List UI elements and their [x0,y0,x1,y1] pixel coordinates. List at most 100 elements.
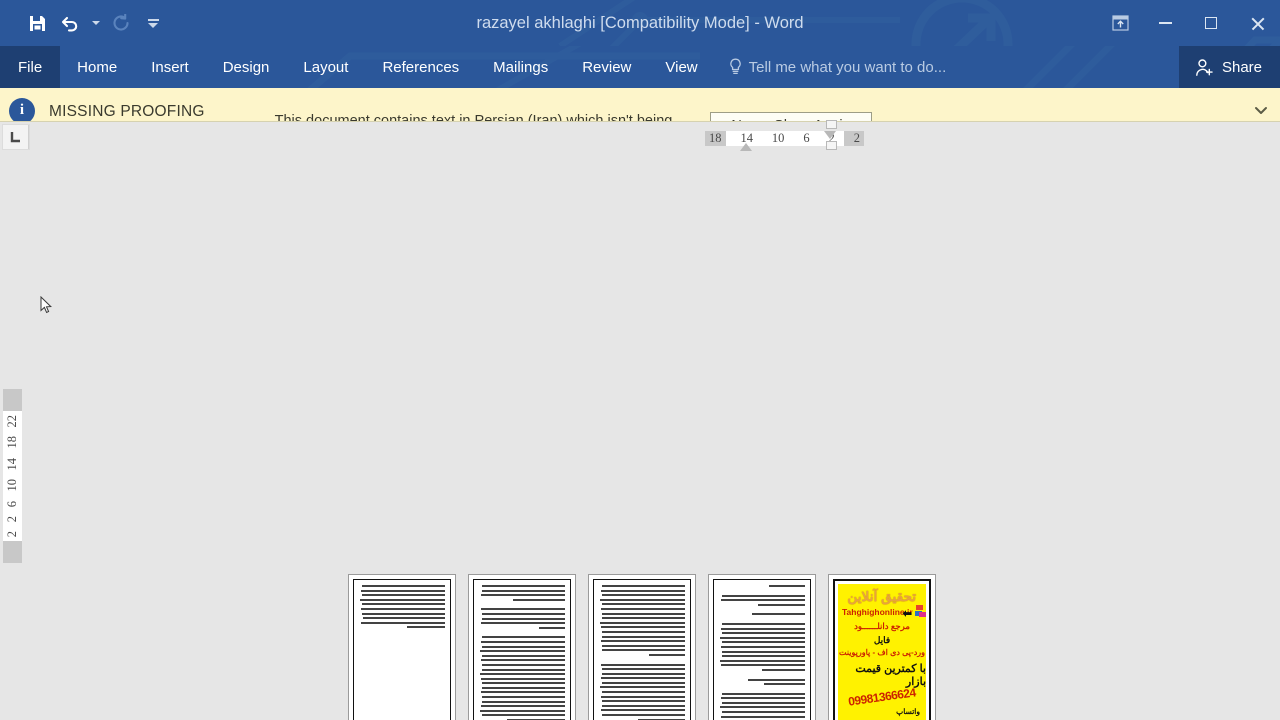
text-line [481,686,565,689]
text-line [721,655,805,658]
hruler-tick-18: 18 [709,130,722,145]
share-button[interactable]: Share [1178,46,1280,88]
text-line [721,622,805,625]
undo-dropdown[interactable] [88,7,104,39]
tab-review[interactable]: Review [565,46,648,88]
social-icons [915,604,926,617]
vertical-ruler[interactable]: 2 2 6 10 14 18 22 [3,389,22,563]
left-tab-stop-icon [10,132,20,143]
hanging-indent-marker[interactable] [824,131,836,139]
text-line [722,650,805,653]
text-line [480,705,565,708]
hruler-tick-2b: 2 [853,130,860,145]
restore-icon [1205,17,1217,29]
text-line [768,585,805,587]
horizontal-ruler[interactable]: 18 14 10 6 2 2 [29,120,1280,151]
text-line [600,626,685,629]
advertisement-whatsapp-label: واتساپ [896,707,920,716]
tab-references[interactable]: References [365,46,476,88]
customize-caret-icon [148,22,158,28]
advertisement-logo: تحقیق آنلاین [847,589,917,604]
save-button[interactable] [20,7,54,39]
redo-icon [112,14,129,31]
document-canvas[interactable]: 2 2 6 10 14 18 22 تحقیق آنلاین Tahghigho… [0,154,1280,720]
text-line [601,585,685,587]
tab-insert[interactable]: Insert [134,46,206,88]
share-person-icon [1196,58,1213,76]
customize-quick-access-toolbar-button[interactable] [138,7,168,39]
text-line [407,626,445,629]
text-line [720,627,805,630]
text-line [361,612,445,615]
text-line [480,608,565,611]
text-line [600,607,685,610]
text-line [482,663,565,666]
text-line [601,668,685,671]
ribbon-display-options-button[interactable] [1098,3,1142,43]
never-show-again-button[interactable]: Never Show Again [710,111,872,121]
close-button[interactable] [1234,0,1280,46]
text-line [602,649,685,652]
page-5-advertisement[interactable]: تحقیق آنلاین Tahghighonline.ir ⬅ مرجع دا… [828,574,936,720]
vruler-tick-10: 10 [5,479,20,492]
first-line-indent-marker[interactable] [740,143,752,151]
text-line [600,695,685,698]
tab-home[interactable]: Home [60,46,134,88]
tab-file[interactable]: File [0,46,61,88]
message-bar-title: MISSING PROOFING [49,102,205,120]
text-line [361,594,445,597]
text-line [602,630,685,633]
tab-layout[interactable]: Layout [286,46,365,88]
customize-bar-icon [147,18,159,21]
page-1[interactable] [348,574,456,720]
tab-design[interactable]: Design [206,46,287,88]
left-indent-marker[interactable] [826,141,837,150]
redo-button[interactable] [104,7,138,39]
text-line [480,659,565,662]
page-1-content [353,579,451,720]
tab-stop-selector[interactable] [3,125,29,149]
quick-access-toolbar[interactable] [0,0,168,46]
mouse-cursor [40,296,52,314]
page-thumbnails[interactable]: تحقیق آنلاین Tahghighonline.ir ⬅ مرجع دا… [348,574,936,720]
text-line [513,598,565,601]
message-bar-dismiss-button[interactable] [1252,102,1270,120]
window-controls[interactable] [1098,0,1280,46]
text-line [720,664,805,667]
hruler-tick-10: 10 [771,130,785,145]
vertical-ruler-bottom-margin [3,541,22,563]
page-2-content [473,579,571,720]
text-line [722,701,805,704]
tab-view[interactable]: View [648,46,714,88]
text-line [360,607,445,610]
text-line [601,617,685,620]
text-line [479,650,565,653]
undo-button[interactable] [54,7,88,39]
page-3-content [593,579,691,720]
text-line [481,696,565,699]
text-line [601,603,685,606]
titlebar-decoration [558,0,1280,46]
text-line [720,697,805,700]
text-line [721,692,805,695]
vruler-tick-14: 14 [5,457,20,471]
restore-button[interactable] [1188,0,1234,46]
page-2[interactable] [468,574,576,720]
text-line [481,585,565,587]
text-line [601,700,685,703]
text-line [719,636,805,639]
text-line [600,709,685,712]
ribbon-display-options-icon [1111,15,1129,31]
advertisement-frame: تحقیق آنلاین Tahghighonline.ir ⬅ مرجع دا… [833,579,931,720]
right-indent-marker[interactable] [826,120,837,129]
page-4[interactable] [708,574,816,720]
text-line [719,706,805,709]
tell-me-search[interactable]: Tell me what you want to do... [715,46,957,88]
minimize-icon [1158,22,1172,24]
text-line [601,681,685,684]
page-3[interactable] [588,574,696,720]
tab-mailings[interactable]: Mailings [476,46,565,88]
minimize-button[interactable] [1142,0,1188,46]
text-line [482,682,565,685]
text-line [751,613,805,616]
